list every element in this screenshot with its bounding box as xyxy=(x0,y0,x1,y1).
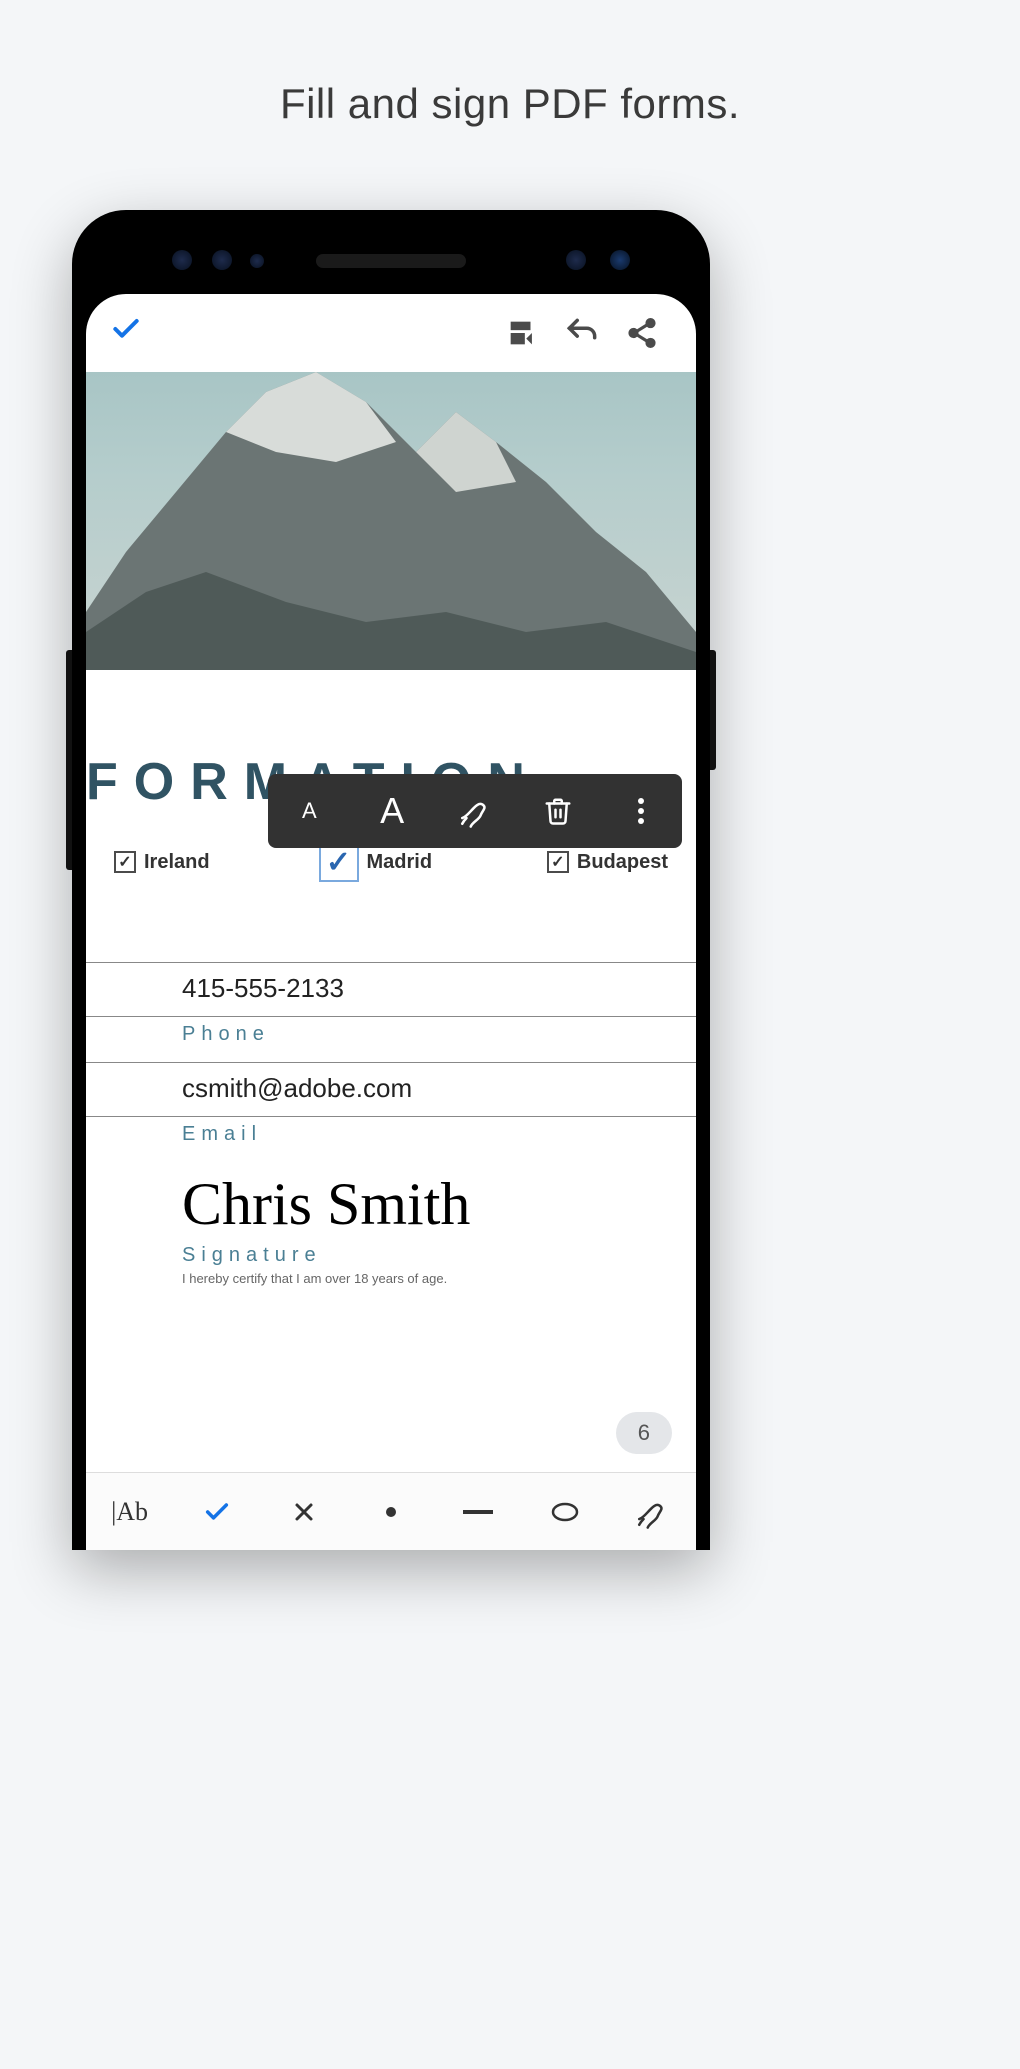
checkbox-label: Ireland xyxy=(144,851,210,874)
email-field[interactable]: csmith@adobe.com xyxy=(86,1062,696,1117)
signature-label: Signature xyxy=(182,1238,696,1267)
phone-earpiece xyxy=(316,254,466,268)
dot-tool-button[interactable] xyxy=(361,1504,421,1520)
checkbox-madrid[interactable]: ✓ Madrid xyxy=(319,842,433,882)
circle-tool-button[interactable] xyxy=(535,1501,595,1523)
phone-value: 415-555-2133 xyxy=(182,973,696,1008)
checkmark-tool-button[interactable] xyxy=(187,1498,247,1526)
text-tool-button[interactable]: |Ab xyxy=(100,1497,160,1527)
phone-sensor xyxy=(212,250,232,270)
checkbox-icon: ✓ xyxy=(114,851,136,873)
dash-tool-button[interactable] xyxy=(448,1509,508,1515)
headline: Fill and sign PDF forms. xyxy=(0,0,1020,128)
share-button[interactable] xyxy=(612,303,672,363)
file-button[interactable] xyxy=(492,303,552,363)
undo-button[interactable] xyxy=(552,303,612,363)
phone-sensor xyxy=(250,254,264,268)
checkbox-ireland[interactable]: ✓ Ireland xyxy=(114,851,210,874)
phone-sensor xyxy=(610,250,630,270)
phone-field[interactable]: 415-555-2133 xyxy=(86,962,696,1017)
checkbox-budapest[interactable]: ✓ Budapest xyxy=(547,851,668,874)
document-area[interactable]: FORMATION ✓ Ireland ✓ Madrid ✓ Budapest xyxy=(86,670,696,1286)
text-large-button[interactable]: A xyxy=(368,790,416,832)
phone-sensor xyxy=(172,250,192,270)
bottom-toolbar: |Ab xyxy=(86,1472,696,1550)
phone-label: Phone xyxy=(86,1017,696,1046)
more-button[interactable] xyxy=(617,796,665,826)
signature-field[interactable]: Chris Smith Signature I hereby certify t… xyxy=(86,1164,696,1286)
trash-button[interactable] xyxy=(534,796,582,826)
top-bar xyxy=(86,294,696,372)
email-value: csmith@adobe.com xyxy=(182,1073,696,1108)
signature-tool-button[interactable] xyxy=(622,1495,682,1529)
checkbox-label: Budapest xyxy=(577,851,668,874)
checkbox-icon: ✓ xyxy=(547,851,569,873)
edit-tray: A A xyxy=(268,774,682,848)
page-number-badge[interactable]: 6 xyxy=(616,1412,672,1454)
email-label: Email xyxy=(86,1117,696,1146)
x-tool-button[interactable] xyxy=(274,1500,334,1524)
checkbox-label: Madrid xyxy=(367,851,433,874)
text-small-button[interactable]: A xyxy=(285,798,333,824)
phone-frame: A A FORMATION ✓ Ireland ✓ xyxy=(72,210,710,1550)
done-button[interactable] xyxy=(110,313,142,353)
signature-value: Chris Smith xyxy=(182,1164,696,1238)
hero-image xyxy=(86,372,696,670)
pen-button[interactable] xyxy=(451,794,499,828)
checkbox-icon-selected: ✓ xyxy=(319,842,359,882)
signature-disclaimer: I hereby certify that I am over 18 years… xyxy=(182,1271,696,1286)
phone-sensor xyxy=(566,250,586,270)
phone-screen: A A FORMATION ✓ Ireland ✓ xyxy=(86,294,696,1550)
